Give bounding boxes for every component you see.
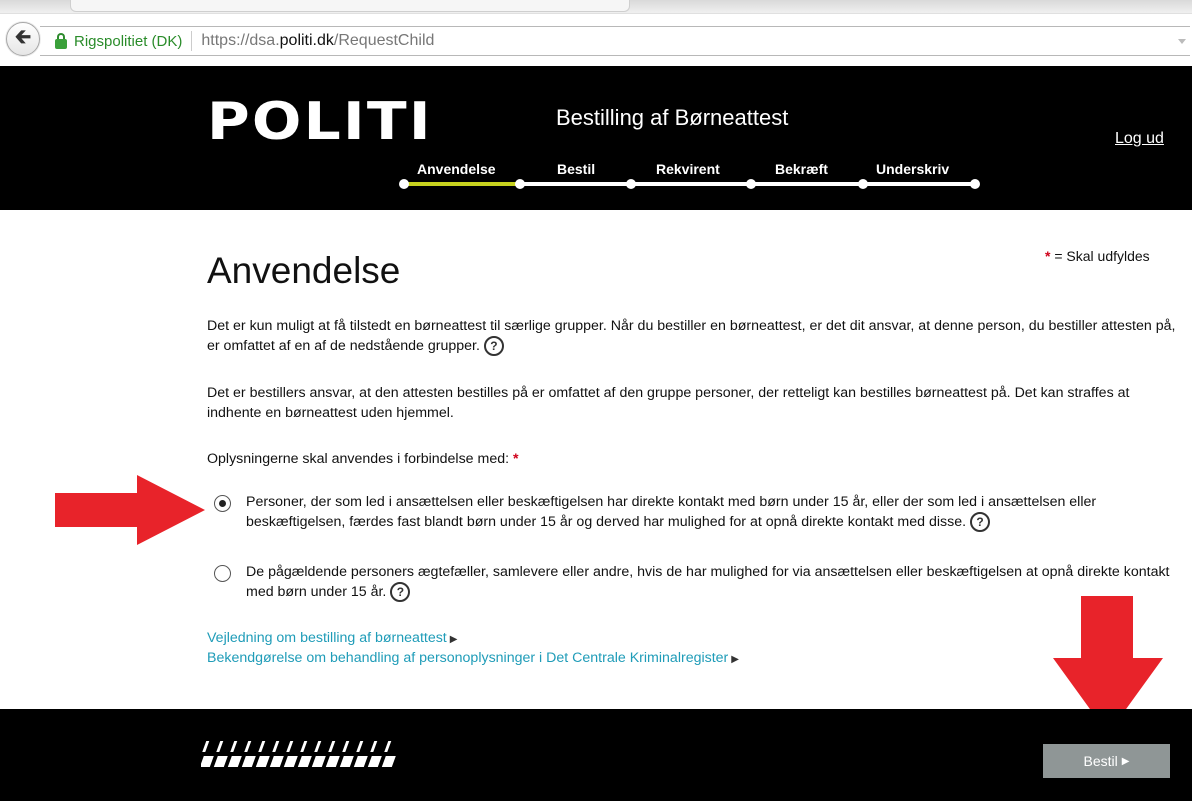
site-footer: Bestil ▶ [0,709,1192,801]
step-underskriv: Underskriv [876,161,950,177]
arrow-left-icon: 🡰 [14,26,32,48]
step-dot [626,179,636,189]
step-dot [399,179,409,189]
back-button[interactable]: 🡰 [6,22,40,56]
step-track-active [404,182,516,186]
address-bar[interactable]: Rigspolitiet (DK) https://dsa.politi.dk/… [40,26,1190,56]
step-bekraeft: Bekræft [775,161,828,177]
browser-tab[interactable] [70,0,630,12]
intro-paragraph: Det er kun muligt at få tilstedt en børn… [207,316,1179,357]
url-separator [191,31,193,51]
police-stripes-icon [201,741,396,767]
browser-tab-strip [0,0,1192,14]
caret-right-icon: ▶ [449,634,458,645]
question-label: Oplysningerne skal anvendes i forbindels… [207,451,519,467]
step-dot [858,179,868,189]
help-icon[interactable]: ? [483,336,504,357]
radio-option-spouses[interactable]: De pågældende personers ægtefæller, saml… [214,562,1180,603]
chevron-down-icon[interactable] [1178,39,1186,44]
site-identity[interactable]: Rigspolitiet (DK) [74,33,182,50]
radio-button-selected[interactable] [214,495,231,512]
browser-toolbar: Rigspolitiet (DK) https://dsa.politi.dk/… [0,0,1192,66]
main-content: * = Skal udfyldes Anvendelse Det er kun … [0,210,1192,710]
radio-label[interactable]: Personer, der som led i ansættelsen elle… [246,492,1180,533]
step-dot [515,179,525,189]
help-icon[interactable]: ? [390,582,411,603]
caret-right-icon: ▶ [731,654,739,665]
step-rekvirent: Rekvirent [656,161,720,177]
radio-label[interactable]: De pågældende personers ægtefæller, saml… [246,562,1180,603]
site-header: POLITI Bestilling af Børneattest Log ud … [0,66,1192,210]
caret-right-icon: ▶ [1121,755,1130,767]
url-text[interactable]: https://dsa.politi.dk/RequestChild [201,32,434,50]
lock-icon [54,33,68,49]
guidance-link[interactable]: Vejledning om bestilling af børneattest ▶ [207,630,457,646]
radio-button[interactable] [214,565,231,582]
required-star: * [513,451,519,467]
required-legend: * = Skal udfyldes [1045,248,1150,264]
regulation-link[interactable]: Bekendgørelse om behandling af personopl… [207,650,739,666]
step-dot [746,179,756,189]
annotation-arrow-right-icon [55,475,205,545]
radio-option-employees[interactable]: Personer, der som led i ansættelsen elle… [214,492,1180,533]
step-bestil: Bestil [557,161,596,177]
required-legend-text: = Skal udfyldes [1054,248,1150,264]
page-title: Anvendelse [207,250,401,291]
submit-button[interactable]: Bestil ▶ [1043,744,1170,778]
responsibility-paragraph: Det er bestillers ansvar, at den atteste… [207,385,1130,421]
step-anvendelse: Anvendelse [417,161,496,177]
help-icon[interactable]: ? [970,512,991,533]
step-progress: Anvendelse Bestil Rekvirent Bekræft Unde… [0,66,1192,210]
required-star: * [1045,248,1051,264]
step-dot [970,179,980,189]
